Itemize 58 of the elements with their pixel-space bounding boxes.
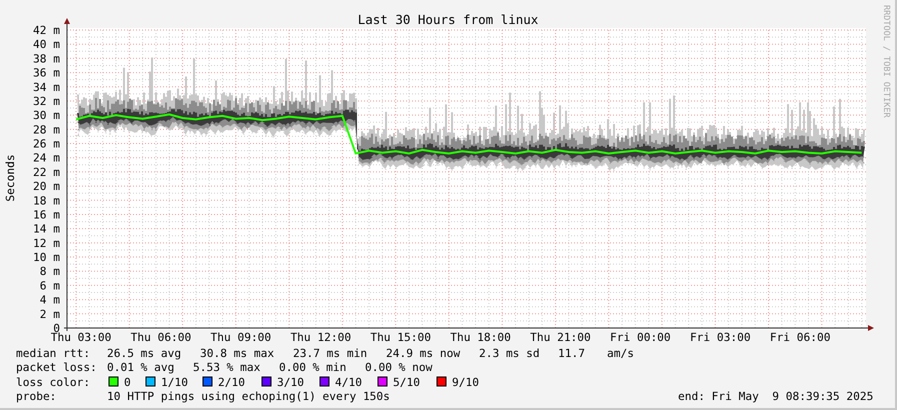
legend-value: 4/10 — [335, 376, 362, 389]
legend-value: 26.5 ms avg — [107, 347, 182, 360]
x-tick-label: Fri 00:00 — [610, 331, 671, 344]
x-tick-label: Thu 09:00 — [210, 331, 272, 344]
y-tick-label: 28 m — [33, 123, 60, 136]
y-tick-label: 22 m — [33, 166, 60, 179]
legend-value: 2/10 — [218, 376, 245, 389]
legend-value: 0.01 % avg — [107, 361, 174, 374]
x-tick-label: Thu 18:00 — [450, 331, 511, 344]
y-tick-label: 26 m — [33, 138, 60, 151]
y-tick-label: 4 m — [40, 294, 60, 307]
legend-value: 0 — [124, 376, 131, 389]
legend-label: probe: — [16, 390, 56, 403]
legend-value: 0.00 % min — [279, 361, 346, 374]
legend-value: 0.00 % now — [365, 361, 432, 374]
y-axis-label: Seconds — [4, 154, 17, 202]
probe-description: 10 HTTP pings using echoping(1) every 150s — [107, 390, 390, 403]
legend-value: 30.8 ms max — [200, 347, 274, 360]
x-tick-label: Thu 15:00 — [370, 331, 431, 344]
y-tick-label: 20 m — [33, 180, 60, 194]
y-tick-label: 30 m — [33, 109, 60, 122]
y-tick-label: 18 m — [33, 194, 60, 208]
legend-value: 3/10 — [277, 376, 304, 389]
y-tick-label: 36 m — [33, 66, 60, 80]
y-tick-label: 6 m — [40, 279, 60, 292]
y-tick-label: 8 m — [40, 265, 60, 278]
legend-value: 11.7 — [558, 347, 585, 360]
y-tick-label: 32 m — [33, 94, 60, 108]
y-tick-label: 2 m — [40, 308, 60, 321]
x-tick-label: Thu 03:00 — [50, 331, 112, 344]
y-tick-label: 38 m — [33, 52, 60, 66]
legend-value: 5/10 — [393, 376, 420, 389]
legend-value: am/s — [607, 347, 634, 360]
legend-value: 5.53 % max — [193, 361, 260, 374]
legend-label: median rtt: — [16, 347, 90, 360]
y-tick-label: 24 m — [33, 152, 60, 165]
y-tick-label: 42 m — [33, 24, 60, 37]
x-tick-label: Thu 06:00 — [130, 331, 192, 344]
legend-label: loss color: — [16, 376, 90, 389]
x-tick-label: Thu 12:00 — [290, 331, 352, 344]
end-timestamp: end: Fri May 9 08:39:35 2025 — [678, 390, 874, 403]
y-tick-label: 12 m — [33, 236, 60, 250]
x-tick-label: Fri 03:00 — [690, 331, 751, 344]
legend-value: 9/10 — [452, 376, 479, 389]
y-tick-label: 10 m — [33, 251, 60, 264]
y-tick-label: 40 m — [33, 38, 60, 52]
y-tick-label: 14 m — [33, 222, 60, 236]
y-tick-label: 16 m — [33, 208, 60, 222]
chart-title: Last 30 Hours from linux — [358, 12, 538, 27]
legend-value: 24.9 ms now — [386, 347, 460, 360]
legend-label: packet loss: — [16, 361, 97, 374]
legend-value: 23.7 ms min — [293, 347, 368, 360]
x-tick-label: Thu 21:00 — [530, 331, 591, 344]
legend-value: 1/10 — [161, 376, 188, 389]
y-tick-label: 34 m — [33, 80, 60, 94]
x-tick-label: Fri 06:00 — [770, 331, 830, 344]
credit-text: RRDTOOL / TOBI OETIKER — [881, 5, 891, 118]
legend-value: 2.3 ms sd — [479, 347, 540, 360]
